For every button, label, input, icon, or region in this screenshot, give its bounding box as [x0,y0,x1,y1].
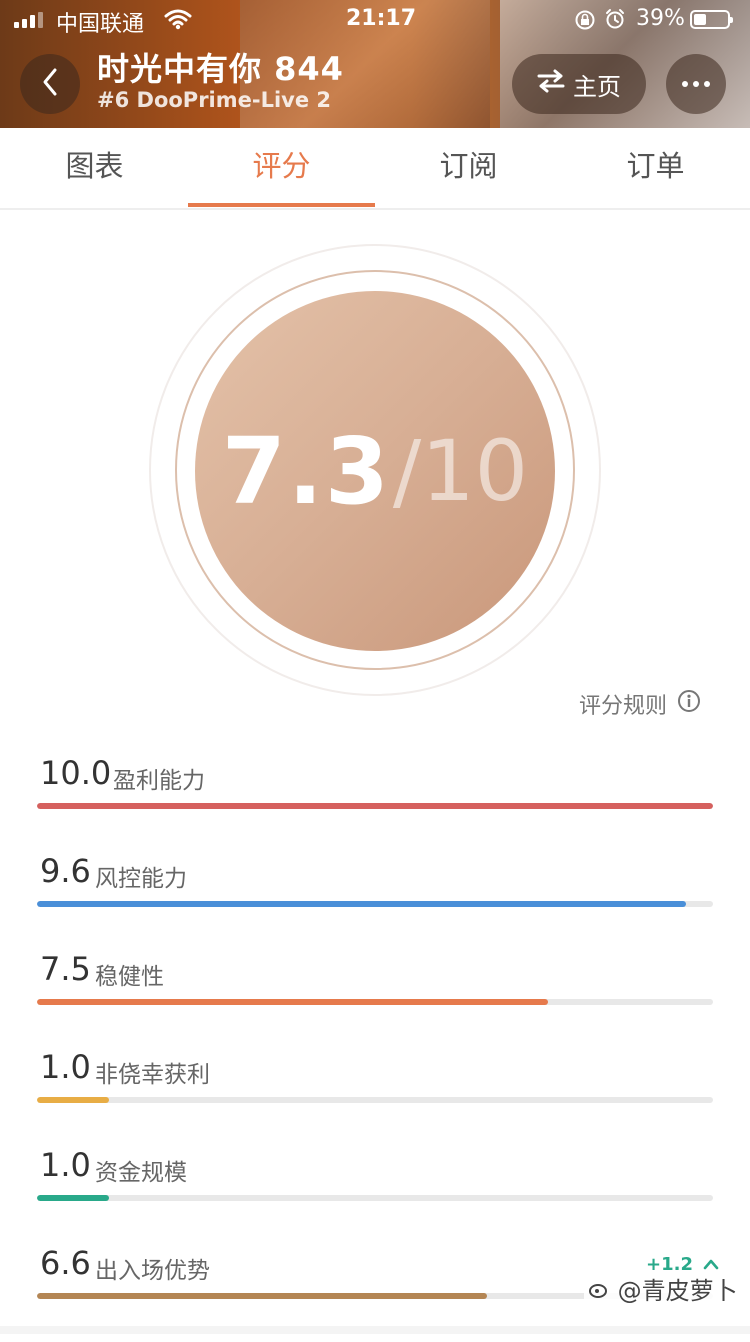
weibo-logo-icon [588,1277,618,1305]
metric-bar [37,1097,110,1103]
score-value: 7.3 [221,417,391,525]
score-max: /10 [392,422,529,520]
battery-icon [690,10,733,29]
rotation-lock-icon [574,9,596,37]
metric-row: 1.0 非侥幸获利 [0,1048,750,1146]
metric-value: 10.0 [40,754,112,792]
metric-bar-track [37,901,713,907]
metric-bar [37,1293,487,1299]
chevron-left-icon [41,67,59,101]
metric-bar [37,1195,110,1201]
metric-value: 1.0 [40,1048,91,1086]
metric-row: 1.0 资金规模 [0,1146,750,1244]
more-dots-icon [682,81,688,87]
status-bar: 中国联通 21:17 39% [0,0,750,40]
metric-bar [37,803,713,809]
metric-value: 1.0 [40,1146,91,1184]
back-button[interactable] [20,54,80,114]
account-subtitle: #6 DooPrime-Live 2 [97,88,332,112]
metric-bar [37,999,549,1005]
score-circle: 7.3/10 [195,291,555,651]
metric-label: 风控能力 [95,866,187,892]
signal-icon [14,12,43,28]
more-options-button[interactable] [666,54,726,114]
metric-label: 非侥幸获利 [95,1062,210,1088]
swap-icon [537,69,565,99]
active-tab-indicator [188,203,375,207]
clock-time: 21:17 [346,6,417,31]
page-title: 时光中有你 844 [97,50,344,88]
alarm-icon [604,8,626,36]
tab-orders[interactable]: 订单 [562,128,749,206]
carrier-text: 中国联通 [56,12,145,37]
wifi-icon [164,8,192,36]
metric-label: 出入场优势 [95,1258,210,1284]
score-rules-label: 评分规则 [579,694,668,719]
metric-bar-track [37,1097,713,1103]
info-icon [677,689,701,719]
tab-bar: 图表 评分 订阅 订单 [0,128,750,210]
metric-bar-track [37,803,713,809]
bottom-divider [0,1326,750,1334]
tab-score[interactable]: 评分 [188,128,375,206]
watermark-text: @青皮萝卜 [617,1277,738,1305]
tab-chart[interactable]: 图表 [1,128,188,206]
score-rules-link[interactable]: 评分规则 [579,688,701,720]
metric-row: 7.5 稳健性 [0,950,750,1048]
watermark: @青皮萝卜 [584,1271,742,1306]
home-button-label: 主页 [573,72,621,101]
metric-row: 9.6 风控能力 [0,852,750,950]
metric-row: 10.0 盈利能力 [0,754,750,852]
tab-subscribe[interactable]: 订阅 [375,128,562,206]
metric-label: 资金规模 [95,1160,187,1186]
metric-value: 7.5 [40,950,91,988]
metric-label: 稳健性 [95,964,164,990]
metric-bar [37,901,686,907]
metric-value: 6.6 [40,1244,91,1282]
metric-value: 9.6 [40,852,91,890]
metric-bar-track [37,999,713,1005]
header: 中国联通 21:17 39% 时光中有你 844 #6 DooPrime-Liv… [0,0,750,128]
metric-label: 盈利能力 [113,768,205,794]
home-button[interactable]: 主页 [512,54,646,114]
battery-percent: 39% [636,6,685,31]
metric-bar-track [37,1195,713,1201]
score-section: 7.3/10 评分规则 [0,210,750,730]
